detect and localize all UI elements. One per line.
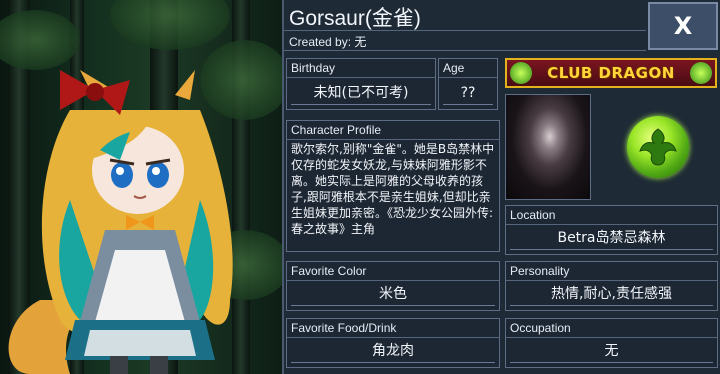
created-by-value: 无	[354, 35, 367, 49]
occupation-field: Occupation 无	[505, 318, 718, 368]
divider	[284, 30, 646, 31]
occupation-label: Occupation	[510, 321, 571, 335]
club-dragon-logo[interactable]: CLUB DRAGON	[505, 58, 717, 88]
birthday-value: 未知(已不可考)	[291, 82, 431, 105]
personality-label: Personality	[510, 264, 570, 278]
divider	[287, 280, 499, 281]
birthday-field: Birthday 未知(已不可考)	[286, 58, 436, 110]
favorite-color-value: 米色	[291, 283, 495, 306]
divider	[439, 77, 497, 78]
character-avatar	[8, 70, 233, 374]
divider	[506, 224, 717, 225]
character-name: Gorsaur(金雀)	[289, 7, 421, 30]
divider	[506, 280, 717, 281]
divider	[287, 77, 435, 78]
character-photo[interactable]	[505, 94, 591, 200]
age-label: Age	[443, 61, 465, 75]
character-scene	[0, 0, 282, 374]
dragon-silhouette-icon	[639, 128, 677, 166]
created-by: Created by: 无	[289, 33, 366, 50]
location-field: Location Betra岛禁忌森林	[505, 205, 718, 255]
occupation-value: 无	[510, 340, 713, 363]
profile-text: 歌尔索尔,别称"金雀"。她是B岛禁林中仅存的蛇发女妖龙,与妹妹阿雅形影不离。她实…	[291, 142, 495, 236]
divider	[284, 50, 646, 51]
favorite-color-label: Favorite Color	[291, 264, 367, 278]
profile-field: Character Profile 歌尔索尔,别称"金雀"。她是B岛禁林中仅存的…	[286, 120, 500, 252]
age-value: ??	[443, 82, 493, 105]
dragon-icon	[690, 62, 712, 84]
birthday-label: Birthday	[291, 61, 336, 75]
created-by-label: Created by:	[289, 35, 352, 49]
divider	[287, 139, 499, 140]
profile-label: Character Profile	[291, 123, 382, 137]
favorite-food-field: Favorite Food/Drink 角龙肉	[286, 318, 500, 368]
character-info-panel: Gorsaur(金雀) Created by: 无 X Birthday 未知(…	[282, 0, 720, 374]
location-value: Betra岛禁忌森林	[510, 227, 713, 250]
favorite-food-label: Favorite Food/Drink	[291, 321, 397, 335]
age-field: Age ??	[438, 58, 498, 110]
club-banner-text: CLUB DRAGON	[547, 64, 675, 82]
divider	[287, 337, 499, 338]
personality-value: 热情,耐心,责任感强	[510, 283, 713, 306]
divider	[506, 337, 717, 338]
close-button[interactable]: X	[648, 2, 718, 50]
dragon-emblem-icon[interactable]	[627, 116, 689, 178]
favorite-food-value: 角龙肉	[291, 340, 495, 363]
close-icon: X	[673, 12, 693, 40]
personality-field: Personality 热情,耐心,责任感强	[505, 261, 718, 311]
favorite-color-field: Favorite Color 米色	[286, 261, 500, 311]
location-label: Location	[510, 208, 556, 222]
